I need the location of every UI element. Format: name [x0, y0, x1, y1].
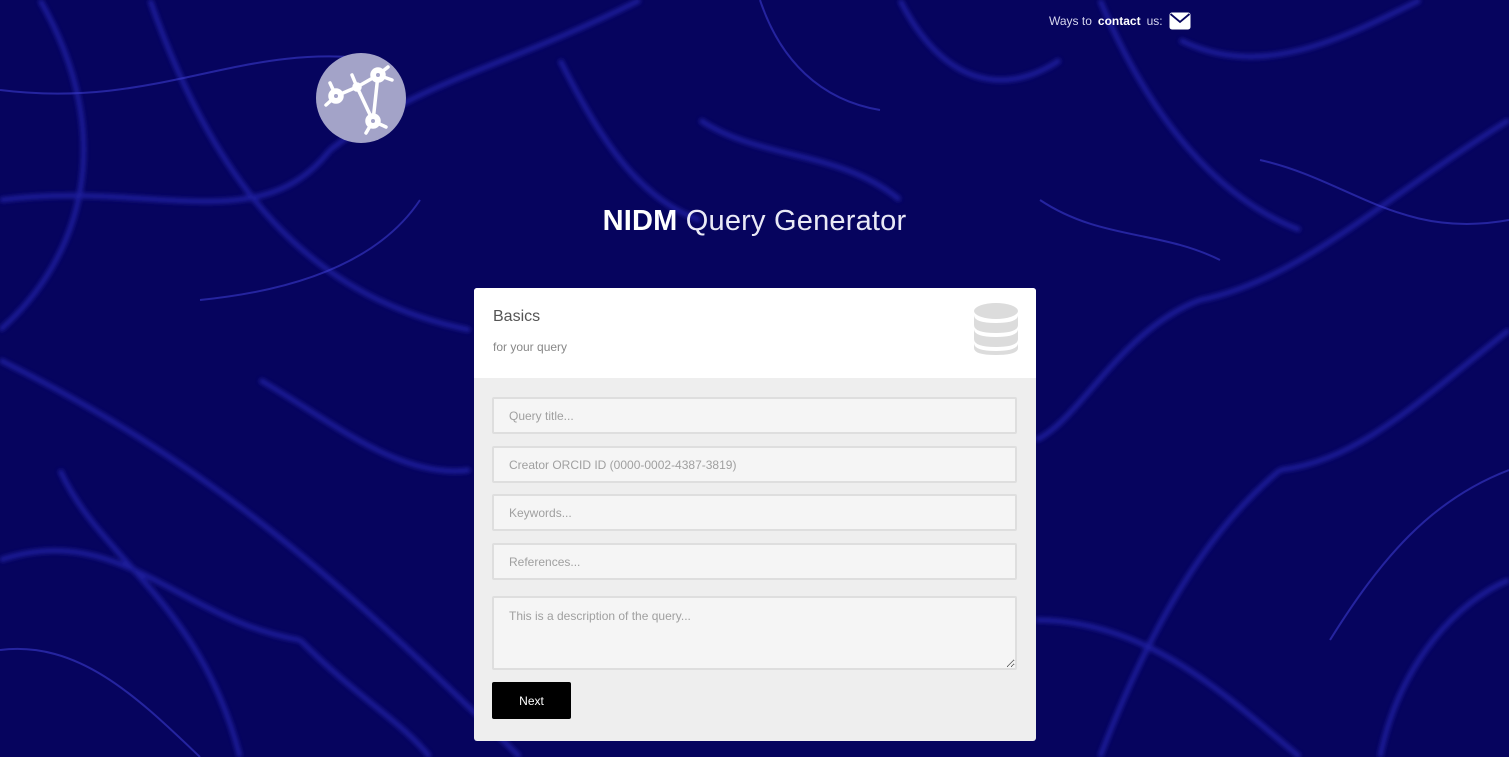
contact-prefix: Ways to — [1049, 14, 1092, 28]
title-strong: NIDM — [602, 205, 678, 237]
contact-strong: contact — [1097, 14, 1141, 28]
card-header: Basics for your query — [474, 288, 1036, 378]
page-title: NIDM Query Generator — [0, 205, 1509, 238]
neuron-network-logo — [316, 53, 406, 143]
description-textarea[interactable] — [492, 596, 1017, 670]
title-light: Query Generator — [677, 205, 907, 237]
query-title-input[interactable] — [492, 397, 1017, 434]
card-subtitle: for your query — [493, 340, 568, 354]
query-basics-card: Basics for your query Next — [474, 288, 1036, 741]
card-title: Basics — [493, 308, 541, 325]
contact-links: Ways to contact us: — [1049, 12, 1191, 30]
creator-orcid-input[interactable] — [492, 446, 1017, 483]
keywords-input[interactable] — [492, 494, 1017, 531]
contact-suffix: us: — [1146, 14, 1163, 28]
database-icon — [974, 303, 1018, 355]
references-input[interactable] — [492, 543, 1017, 580]
next-button[interactable]: Next — [492, 682, 571, 719]
envelope-icon[interactable] — [1169, 12, 1191, 30]
